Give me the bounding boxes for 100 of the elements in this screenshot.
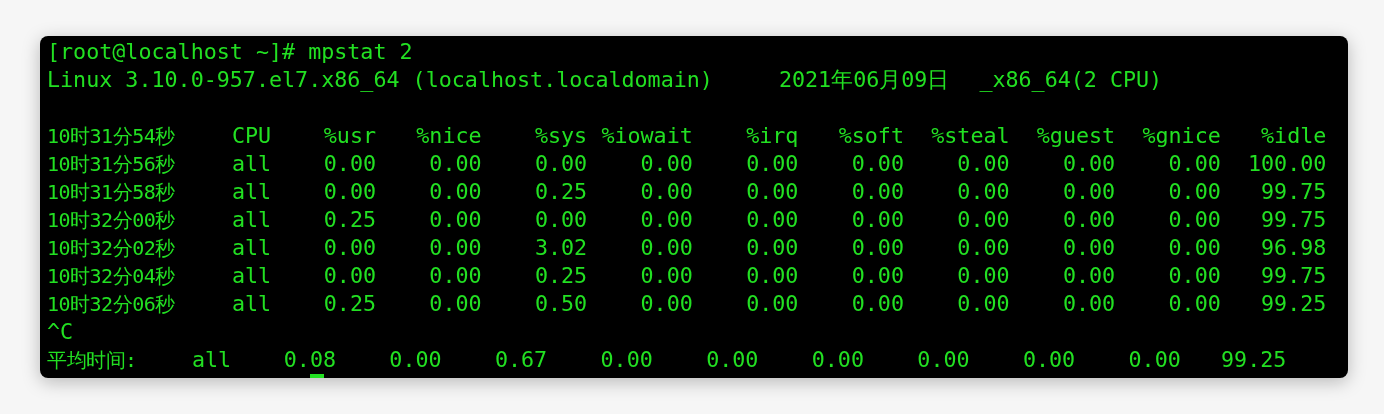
table-cell-text: 0.00: [1167, 150, 1221, 178]
interrupt-text: ^C: [47, 318, 74, 346]
column-header: %irq: [745, 122, 799, 150]
time-cell-text: 10时32分04秒: [47, 263, 176, 290]
table-cell-text: 0.00: [850, 150, 904, 178]
table-cell-text: 0.00: [322, 234, 376, 262]
table-cell: all: [232, 234, 272, 262]
table-cell-text: 0.00: [1127, 346, 1181, 374]
table-cell-text: 0.00: [428, 206, 482, 234]
table-cell-text: 99.75: [1260, 206, 1327, 234]
command-line: [root@localhost ~]# mpstat 2: [47, 38, 413, 66]
table-cell-text: 0.00: [1167, 234, 1221, 262]
table-cell-text: 0.00: [1167, 206, 1221, 234]
table-cell-text: 0.00: [322, 178, 376, 206]
table-cell-text: 0.00: [639, 206, 693, 234]
table-cell-text: 0.00: [639, 150, 693, 178]
column-header: CPU: [232, 122, 272, 150]
table-cell-text: 0.25: [322, 290, 376, 318]
table-cell-text: 0.00: [1167, 178, 1221, 206]
table-cell-text: 0.00: [388, 346, 442, 374]
table-cell-text: 0.00: [850, 290, 904, 318]
table-cell-text: 0.00: [850, 206, 904, 234]
table-cell: all: [192, 346, 232, 374]
table-cell-text: 0.00: [745, 150, 799, 178]
time-cell-text: 10时32分00秒: [47, 207, 176, 234]
table-cell-text: 0.00: [850, 178, 904, 206]
cursor-icon: [310, 374, 324, 378]
table-cell-text: 0.00: [850, 234, 904, 262]
table-cell-text: 0.00: [1061, 262, 1116, 290]
table-cell-text: 0.00: [1167, 290, 1221, 318]
column-header: %guest: [1035, 122, 1116, 150]
column-header: %sys: [533, 122, 588, 150]
table-cell-text: 0.00: [599, 346, 653, 374]
table-cell-text: 0.00: [956, 234, 1010, 262]
average-label: 平均时间:: [47, 347, 138, 374]
table-cell-text: 0.08: [282, 346, 336, 374]
table-cell-text: 0.00: [956, 150, 1010, 178]
table-cell-text: 0.00: [916, 346, 970, 374]
table-cell-text: 0.00: [956, 290, 1010, 318]
time-cell-text: 10时32分02秒: [47, 235, 176, 262]
table-cell-text: 0.00: [428, 150, 482, 178]
table-cell-text: 0.00: [428, 290, 482, 318]
column-header: %idle: [1260, 122, 1327, 150]
table-cell-text: 0.00: [956, 178, 1010, 206]
arch-text: _x86_64(2 CPU): [979, 66, 1163, 94]
column-header: %soft: [837, 122, 904, 150]
table-cell-text: 0.00: [810, 346, 864, 374]
time-cell-text: 10时31分56秒: [47, 151, 176, 178]
table-cell-text: 0.00: [428, 234, 482, 262]
table-cell-text: 0.00: [1021, 346, 1076, 374]
table-cell-text: 0.00: [1167, 262, 1221, 290]
column-header: %iowait: [600, 122, 693, 150]
table-cell-text: 0.25: [533, 178, 588, 206]
table-cell-text: 99.25: [1220, 346, 1287, 374]
table-cell-text: 0.00: [956, 262, 1010, 290]
table-cell: all: [232, 206, 272, 234]
table-cell-text: 0.00: [705, 346, 759, 374]
table-cell-text: 0.00: [1061, 234, 1116, 262]
column-header: %steal: [930, 122, 1010, 150]
table-cell-text: 0.67: [493, 346, 548, 374]
time-header: 10时31分54秒: [47, 123, 176, 150]
date-text: 2021年06月09日: [778, 66, 950, 94]
table-cell: all: [232, 262, 272, 290]
table-cell-text: 99.75: [1260, 262, 1327, 290]
table-cell-text: 0.00: [639, 178, 693, 206]
column-header: %nice: [415, 122, 482, 150]
table-cell-text: 0.00: [639, 262, 693, 290]
table-cell-text: 0.00: [639, 290, 693, 318]
table-cell: all: [232, 178, 272, 206]
table-cell-text: 99.25: [1260, 290, 1327, 318]
table-cell-text: 0.00: [745, 178, 799, 206]
time-cell-text: 10时31分58秒: [47, 179, 176, 206]
table-cell-text: 0.00: [850, 262, 904, 290]
table-cell-text: 3.02: [533, 234, 588, 262]
table-cell-text: 0.00: [745, 290, 799, 318]
table-cell-text: 0.25: [322, 206, 376, 234]
table-cell-text: 96.98: [1260, 234, 1327, 262]
table-cell-text: 0.00: [1061, 290, 1116, 318]
table-cell-text: 0.00: [428, 262, 482, 290]
table-cell-text: 0.25: [533, 262, 588, 290]
column-header: %usr: [322, 122, 376, 150]
table-cell-text: 0.00: [1061, 206, 1116, 234]
time-cell-text: 10时32分06秒: [47, 291, 176, 318]
table-cell-text: 0.00: [322, 150, 376, 178]
table-cell-text: 0.00: [1061, 178, 1116, 206]
table-cell: all: [232, 150, 272, 178]
system-info: Linux 3.10.0-957.el7.x86_64 (localhost.localdomain): [47, 66, 713, 94]
table-cell-text: 100.00: [1247, 150, 1327, 178]
table-cell-text: 0.00: [745, 262, 799, 290]
table-cell-text: 0.00: [745, 206, 799, 234]
table-cell-text: 0.00: [1061, 150, 1116, 178]
column-header: %gnice: [1141, 122, 1221, 150]
table-cell-text: 0.00: [533, 150, 588, 178]
table-cell-text: 99.75: [1260, 178, 1327, 206]
table-cell-text: 0.50: [533, 290, 588, 318]
table-cell-text: 0.00: [533, 206, 588, 234]
table-cell-text: 0.00: [428, 178, 482, 206]
table-cell-text: 0.00: [639, 234, 693, 262]
table-cell: all: [232, 290, 272, 318]
table-cell-text: 0.00: [956, 206, 1010, 234]
